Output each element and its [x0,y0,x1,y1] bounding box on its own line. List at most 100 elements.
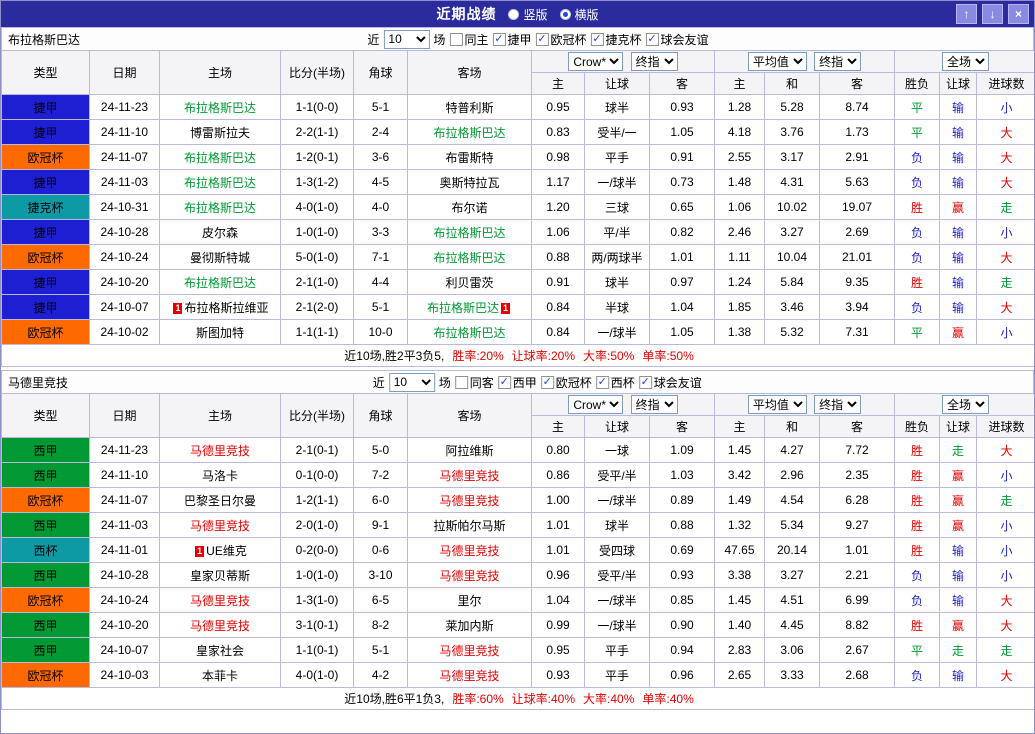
home-team-cell[interactable]: 布拉格斯巴达 [159,269,281,295]
bookmaker-select[interactable]: Crow* [568,395,624,414]
average-select[interactable]: 平均值 [747,52,807,71]
layout-radio-horizontal[interactable]: 横版 [559,6,599,23]
away-team-cell[interactable]: 马德里竞技 [407,637,532,663]
score-cell[interactable]: 1-1(0-1) [280,637,354,663]
score-cell[interactable]: 1-3(1-2) [280,169,354,195]
score-cell[interactable]: 2-1(1-0) [280,269,354,295]
home-team-cell[interactable]: 布拉格斯巴达 [159,194,281,220]
league-cell: 欧冠杯 [1,662,90,688]
average-select[interactable]: 平均值 [747,395,807,414]
avg-away-cell: 7.72 [818,437,896,463]
away-team-cell[interactable]: 布尔诺 [407,194,532,220]
games-count-select[interactable]: 10 [388,372,435,392]
home-team-cell[interactable]: 巴黎圣日尔曼 [159,487,281,513]
same-venue-checkbox[interactable]: 同客 [454,374,494,391]
away-team-cell[interactable]: 布拉格斯巴达 [407,219,532,245]
match-scope-select[interactable]: 全场 [942,52,990,71]
corners-cell: 8-2 [353,612,408,638]
league-filter-checkbox[interactable]: 球会友谊 [638,374,702,391]
odds-time-select[interactable]: 终指 [630,52,678,71]
away-team-cell[interactable]: 里尔 [407,587,532,613]
away-team-cell[interactable]: 阿拉维斯 [407,437,532,463]
score-cell[interactable]: 1-2(0-1) [280,144,354,170]
score-cell[interactable]: 1-1(1-1) [280,319,354,345]
col-handicap-result: 让球 [939,415,978,438]
away-team-cell[interactable]: 莱加内斯 [407,612,532,638]
home-team-cell[interactable]: 马德里竞技 [159,587,281,613]
odds-time-select[interactable]: 终指 [630,395,678,414]
score-cell[interactable]: 0-1(0-0) [280,462,354,488]
home-team-cell[interactable]: 布拉格斯巴达 [159,169,281,195]
close-button[interactable]: × [1008,4,1029,24]
layout-radio-vertical[interactable]: 竖版 [508,6,548,23]
league-cell: 西甲 [1,562,90,588]
home-team-cell[interactable]: 博雷斯拉夫 [159,119,281,145]
avg-time-select[interactable]: 终指 [814,52,862,71]
away-team-cell[interactable]: 特普利斯 [407,94,532,120]
avg-group-header: 平均值 终指 [713,393,896,416]
score-cell[interactable]: 1-2(1-1) [280,487,354,513]
home-team-cell[interactable]: 皇家贝蒂斯 [159,562,281,588]
same-venue-checkbox[interactable]: 同主 [449,31,488,48]
away-team-cell[interactable]: 布拉格斯巴达 [407,119,532,145]
score-cell[interactable]: 2-1(0-1) [280,437,354,463]
score-cell[interactable]: 0-2(0-0) [280,537,354,563]
away-team-cell[interactable]: 奥斯特拉瓦 [407,169,532,195]
move-up-button[interactable]: ↑ [956,4,977,24]
col-handicap-result: 让球 [939,72,978,95]
league-cell: 西甲 [1,637,90,663]
league-filter-checkbox[interactable]: 欧冠杯 [535,31,586,48]
away-team-cell[interactable]: 布拉格斯巴达 [407,319,532,345]
home-team-cell[interactable]: 斯图加特 [159,319,281,345]
home-team-cell[interactable]: 布拉格斯巴达 [159,94,281,120]
home-team-cell[interactable]: 本菲卡 [159,662,281,688]
home-team-cell[interactable]: 1 UE维克 [159,537,281,563]
home-team-cell[interactable]: 马德里竞技 [159,612,281,638]
home-team-cell[interactable]: 皇家社会 [159,637,281,663]
away-team-cell[interactable]: 马德里竞技 [407,487,532,513]
home-team-cell[interactable]: 布拉格斯巴达 [159,144,281,170]
home-team-cell[interactable]: 马洛卡 [159,462,281,488]
away-team-cell[interactable]: 布拉格斯巴达 1 [407,294,532,320]
team-name-text: 里尔 [457,593,482,608]
avg-home-cell: 1.45 [714,587,765,613]
league-filter-checkbox[interactable]: 球会友谊 [645,31,709,48]
away-team-cell[interactable]: 马德里竞技 [407,462,532,488]
move-down-button[interactable]: ↓ [982,4,1003,24]
away-team-cell[interactable]: 利贝雷茨 [407,269,532,295]
score-cell[interactable]: 1-0(1-0) [280,219,354,245]
away-team-cell[interactable]: 布雷斯特 [407,144,532,170]
score-cell[interactable]: 1-3(1-0) [280,587,354,613]
score-cell[interactable]: 4-0(1-0) [280,662,354,688]
score-cell[interactable]: 1-1(0-0) [280,94,354,120]
league-filter-checkbox[interactable]: 捷克杯 [590,31,642,48]
avg-time-select[interactable]: 终指 [814,395,862,414]
score-cell[interactable]: 2-1(2-0) [280,294,354,320]
home-team-cell[interactable]: 1 布拉格斯拉维亚 [159,294,281,320]
home-team-cell[interactable]: 马德里竞技 [159,512,281,538]
league-filter-checkbox[interactable]: 欧冠杯 [540,374,592,391]
home-team-cell[interactable]: 皮尔森 [159,219,281,245]
away-team-cell[interactable]: 拉斯帕尔马斯 [407,512,532,538]
league-filter-checkbox[interactable]: 西甲 [497,374,537,391]
league-filter-checkbox[interactable]: 西杯 [595,374,635,391]
score-cell[interactable]: 4-0(1-0) [280,194,354,220]
bookmaker-select[interactable]: Crow* [568,52,624,71]
away-team-cell[interactable]: 布拉格斯巴达 [407,244,532,270]
match-scope-select[interactable]: 全场 [942,395,990,414]
team-name-text: 马德里竞技 [439,543,500,558]
score-cell[interactable]: 3-1(0-1) [280,612,354,638]
score-cell[interactable]: 5-0(1-0) [280,244,354,270]
avg-away-cell: 8.74 [818,94,896,120]
score-cell[interactable]: 2-2(1-1) [280,119,354,145]
league-filter-checkbox[interactable]: 捷甲 [492,31,531,48]
score-cell[interactable]: 2-0(1-0) [280,512,354,538]
away-team-cell[interactable]: 马德里竞技 [407,562,532,588]
away-team-cell[interactable]: 马德里竞技 [407,662,532,688]
away-team-cell[interactable]: 马德里竞技 [407,537,532,563]
home-team-cell[interactable]: 马德里竞技 [159,437,281,463]
col-avg-away: 客 [818,72,896,95]
score-cell[interactable]: 1-0(1-0) [280,562,354,588]
games-count-select[interactable]: 10 [383,29,430,49]
home-team-cell[interactable]: 曼彻斯特城 [159,244,281,270]
